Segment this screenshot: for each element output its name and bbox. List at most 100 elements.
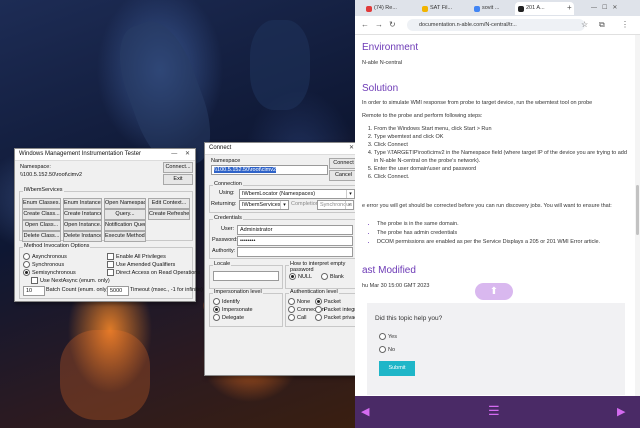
- auth-packet-privacy-radio[interactable]: Packet privacy: [315, 314, 360, 321]
- solution-heading: Solution: [362, 83, 399, 94]
- delete-class-button[interactable]: Delete Class...: [22, 231, 61, 242]
- authority-input[interactable]: [237, 247, 353, 257]
- direct-access-checkbox[interactable]: Direct Access on Read Operations: [107, 269, 200, 276]
- feedback-question: Did this topic help you?: [375, 315, 443, 322]
- blank-radio[interactable]: Blank: [321, 273, 344, 280]
- requirement-item: The probe is in the same domain.: [377, 220, 632, 229]
- feedback-no-radio[interactable]: No: [379, 346, 395, 354]
- semisynchronous-radio[interactable]: Semisynchronous: [23, 269, 76, 276]
- connect-namespace-input[interactable]: \\100.5.152.50\root\cimv2: [211, 165, 328, 175]
- password-input[interactable]: ••••••••: [237, 236, 353, 246]
- impersonate-radio[interactable]: Impersonate: [213, 306, 253, 313]
- browser-window: (74) Re... SAT Fil... sovit ... 201 A...…: [355, 0, 640, 428]
- namespace-value: \\100.5.152.50\root\cimv2: [20, 172, 83, 178]
- locale-input[interactable]: [213, 271, 279, 281]
- edit-context-button[interactable]: Edit Context...: [148, 198, 190, 209]
- forward-icon[interactable]: →: [375, 20, 383, 30]
- scroll-thumb[interactable]: [636, 185, 639, 235]
- page-content: Environment N-able N-central Solution In…: [355, 35, 635, 396]
- batch-count-input[interactable]: 10: [23, 286, 45, 296]
- menu-icon[interactable]: ☰: [488, 403, 500, 419]
- address-bar-row: ← → ↻ documentation.n-able.com/N-central…: [355, 16, 640, 35]
- completion-select[interactable]: Synchronous ▾: [317, 200, 354, 210]
- wmi-tester-title: Windows Management Instrumentation Teste…: [19, 151, 141, 157]
- synchronous-radio[interactable]: Synchronous: [23, 261, 64, 268]
- connect-cancel-button[interactable]: Cancel: [329, 170, 358, 181]
- null-radio[interactable]: NULL: [289, 273, 312, 280]
- enable-privileges-checkbox[interactable]: Enable All Privileges: [107, 253, 166, 260]
- query-button[interactable]: Query...: [104, 209, 146, 220]
- youtube-icon: [366, 6, 372, 12]
- delete-instance-button[interactable]: Delete Instance...: [63, 231, 102, 242]
- using-select[interactable]: IWbemLocator (Namespaces) ▾: [239, 189, 355, 199]
- requirement-item: DCOM permissions are enabled as per the …: [377, 238, 632, 247]
- step-item: Click Connect: [374, 141, 632, 149]
- tab-bar: (74) Re... SAT Fil... sovit ... 201 A...…: [355, 0, 640, 16]
- amended-qualifiers-checkbox[interactable]: Use Amended Qualifiers: [107, 261, 175, 268]
- auth-none-radio[interactable]: None: [288, 298, 310, 305]
- connect-submit-button[interactable]: Connect: [329, 158, 358, 169]
- tab-active[interactable]: 201 A...: [515, 2, 574, 15]
- remote-steps-text: Remote to the probe and perform followin…: [362, 113, 483, 119]
- window-controls[interactable]: —☐✕: [591, 3, 622, 13]
- connect-title: Connect: [209, 145, 232, 151]
- asynchronous-radio[interactable]: Asynchronous: [23, 253, 67, 260]
- returning-select[interactable]: IWbemServices ▾: [239, 200, 289, 210]
- step-item: Type \\TARGETIP\root\cimv2 in the Namesp…: [374, 149, 632, 165]
- open-instance-button[interactable]: Open Instance...: [63, 220, 102, 231]
- feedback-yes-radio[interactable]: Yes: [379, 333, 397, 341]
- completion-label: Completion:: [291, 201, 321, 207]
- open-class-button[interactable]: Open Class...: [22, 220, 61, 231]
- authentication-group-title: Authentication level: [289, 289, 339, 295]
- connect-namespace-label: Namespace: [211, 158, 241, 164]
- environment-heading: Environment: [362, 42, 419, 53]
- batch-count-label: Batch Count (enum. only): [46, 287, 109, 293]
- error-text: e error you will get should be corrected…: [362, 203, 612, 209]
- submit-button[interactable]: Submit: [379, 361, 415, 376]
- wmi-tester-titlebar[interactable]: Windows Management Instrumentation Teste…: [15, 149, 195, 161]
- create-class-button[interactable]: Create Class...: [22, 209, 61, 220]
- use-next-async-checkbox[interactable]: Use NextAsync (enum. only): [31, 277, 110, 284]
- menu-icon[interactable]: ⋮: [621, 20, 629, 30]
- notification-query-button[interactable]: Notification Query...: [104, 220, 146, 231]
- back-icon[interactable]: ←: [361, 20, 369, 30]
- delegate-radio[interactable]: Delegate: [213, 314, 244, 321]
- chevron-down-icon: ▾: [345, 201, 353, 209]
- chevron-down-icon: ▾: [280, 201, 288, 209]
- identify-radio[interactable]: Identify: [213, 298, 240, 305]
- wmi-tester-window: Windows Management Instrumentation Teste…: [14, 148, 203, 302]
- bottom-nav-bar: ◀ ☰ ▶: [355, 396, 640, 428]
- namespace-label: Namespace:: [20, 164, 51, 170]
- bookmark-icon[interactable]: ☆: [581, 20, 588, 30]
- connect-button[interactable]: Connect...: [163, 162, 193, 173]
- new-tab-icon[interactable]: +: [567, 3, 572, 13]
- method-options-title: Method Invocation Options: [23, 243, 91, 249]
- enum-instances-button[interactable]: Enum Instances...: [63, 198, 102, 209]
- create-instance-button[interactable]: Create Instance...: [63, 209, 102, 220]
- n-able-icon: [518, 6, 524, 12]
- previous-arrow-icon[interactable]: ◀: [361, 405, 369, 418]
- environment-text: N-able N-central: [362, 60, 403, 66]
- auth-call-radio[interactable]: Call: [288, 314, 306, 321]
- page-scrollbar[interactable]: [635, 35, 640, 396]
- impersonation-group-title: Impersonation level: [213, 289, 263, 295]
- create-refresher-button[interactable]: Create Refresher...: [148, 209, 190, 220]
- window-controls[interactable]: — ✕: [171, 149, 193, 160]
- auth-packet-radio[interactable]: Packet: [315, 298, 341, 305]
- enum-classes-button[interactable]: Enum Classes...: [22, 198, 61, 209]
- step-item: Click Connect.: [374, 173, 632, 181]
- url-input[interactable]: documentation.n-able.com/N-central/tr...: [407, 19, 585, 31]
- connect-titlebar[interactable]: Connect ✕: [205, 143, 359, 155]
- step-item: Enter the user domain\user and password: [374, 165, 632, 173]
- scroll-top-button[interactable]: ⬆: [475, 283, 513, 300]
- user-input[interactable]: Administrator: [237, 225, 353, 235]
- timeout-input[interactable]: 5000: [107, 286, 129, 296]
- open-namespace-button[interactable]: Open Namespace...: [104, 198, 146, 209]
- connection-group-title: Connection: [213, 181, 243, 187]
- returning-label: Returning:: [211, 201, 237, 207]
- exit-button[interactable]: Exit: [163, 174, 193, 185]
- execute-method-button[interactable]: Execute Method...: [104, 231, 146, 242]
- reload-icon[interactable]: ↻: [389, 20, 396, 30]
- extensions-icon[interactable]: ⧉: [599, 20, 605, 30]
- next-arrow-icon[interactable]: ▶: [617, 405, 625, 418]
